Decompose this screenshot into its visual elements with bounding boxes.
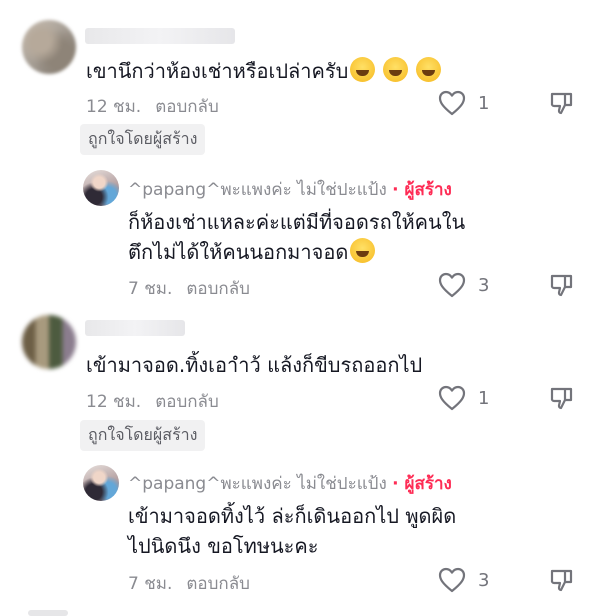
comment-text-content: เข้ามาจอด.ทิ้งเอาำว้ แล้งก็ขีบรถออกไป	[86, 353, 423, 377]
comment-time: 12 ชม.	[86, 392, 142, 412]
heart-icon[interactable]	[438, 272, 466, 298]
comment-text: เข้ามาจอด.ทิ้งเอาำว้ แล้งก็ขีบรถออกไป	[86, 350, 422, 380]
username-text: ^papang^พะแพงค่ะ ไม่ใช่ปะแป้ง	[128, 474, 387, 494]
reply-text: เข้ามาจอดทิ้งไว้ ล่ะก็เดินออกไป พูดผิด ไ…	[128, 501, 456, 561]
creator-tag: · ผู้สร้าง	[392, 474, 452, 494]
reply-button[interactable]: ตอบกลับ	[186, 279, 250, 299]
reply-time: 7 ชม.	[128, 279, 173, 299]
like-count: 3	[478, 569, 490, 591]
reply-text: ก็ห้องเช่าแหละค่ะแต่มีที่จอดรถให้คนใน ตึ…	[128, 207, 465, 267]
next-comment-peek	[0, 606, 600, 616]
creator-avatar[interactable]	[83, 465, 119, 501]
reply-text-line: ตึกไม่ได้ให้คนนอกมาจอด	[128, 237, 465, 267]
username-blurred[interactable]	[85, 320, 185, 336]
dislike-button[interactable]	[549, 567, 575, 593]
username-text: ^papang^พะแพงค่ะ ไม่ใช่ปะแป้ง	[128, 180, 387, 200]
grinning-sweat-emoji-icon	[383, 57, 409, 82]
username-blurred[interactable]	[85, 28, 235, 44]
comment-meta: 12 ชม. ตอบกลับ	[86, 93, 233, 120]
heart-icon[interactable]	[438, 385, 466, 411]
heart-icon[interactable]	[438, 90, 466, 116]
reply-button[interactable]: ตอบกลับ	[155, 97, 219, 117]
grinning-sweat-emoji-icon	[350, 238, 376, 263]
thumbs-down-icon[interactable]	[549, 90, 575, 116]
thumbs-down-icon[interactable]	[549, 272, 575, 298]
like-button[interactable]: 3	[438, 567, 489, 593]
like-button[interactable]: 1	[438, 385, 489, 411]
thumbs-down-icon[interactable]	[549, 567, 575, 593]
reply-time: 7 ชม.	[128, 574, 173, 594]
reply-button[interactable]: ตอบกลับ	[186, 574, 250, 594]
grinning-sweat-emoji-icon	[416, 57, 442, 82]
liked-by-creator-badge: ถูกใจโดยผู้สร้าง	[80, 420, 206, 451]
reply-text-content: ตึกไม่ได้ให้คนนอกมาจอด	[128, 240, 349, 264]
comment-time: 12 ชม.	[86, 97, 142, 117]
dislike-button[interactable]	[549, 90, 575, 116]
like-button[interactable]: 3	[438, 272, 489, 298]
heart-icon[interactable]	[438, 567, 466, 593]
like-count: 1	[478, 387, 490, 409]
liked-by-creator-badge: ถูกใจโดยผู้สร้าง	[80, 124, 206, 155]
creator-avatar[interactable]	[83, 170, 119, 206]
dislike-button[interactable]	[549, 272, 575, 298]
grinning-sweat-emoji-icon	[350, 57, 376, 82]
comment-meta: 12 ชม. ตอบกลับ	[86, 388, 233, 415]
like-count: 1	[478, 92, 490, 114]
next-avatar-edge	[28, 610, 68, 616]
dislike-button[interactable]	[549, 385, 575, 411]
comment-text-content: เขานึกว่าห้องเช่าหรือเปล่าครับ	[86, 59, 349, 83]
creator-username[interactable]: ^papang^พะแพงค่ะ ไม่ใช่ปะแป้ง · ผู้สร้าง	[128, 470, 452, 497]
comment-text: เขานึกว่าห้องเช่าหรือเปล่าครับ	[86, 56, 442, 86]
avatar[interactable]	[22, 315, 76, 369]
reply-meta: 7 ชม. ตอบกลับ	[128, 570, 264, 597]
reply-meta: 7 ชม. ตอบกลับ	[128, 275, 264, 302]
creator-username[interactable]: ^papang^พะแพงค่ะ ไม่ใช่ปะแป้ง · ผู้สร้าง	[128, 176, 452, 203]
like-button[interactable]: 1	[438, 90, 489, 116]
reply-button[interactable]: ตอบกลับ	[155, 392, 219, 412]
reply-text-line: เข้ามาจอดทิ้งไว้ ล่ะก็เดินออกไป พูดผิด	[128, 504, 457, 528]
thumbs-down-icon[interactable]	[549, 385, 575, 411]
like-count: 3	[478, 274, 490, 296]
reply-text-line: ก็ห้องเช่าแหละค่ะแต่มีที่จอดรถให้คนใน	[128, 210, 466, 234]
avatar[interactable]	[22, 20, 76, 74]
creator-tag: · ผู้สร้าง	[392, 180, 452, 200]
reply-text-line: ไปนิดนึง ขอโทษนะคะ	[128, 534, 319, 558]
